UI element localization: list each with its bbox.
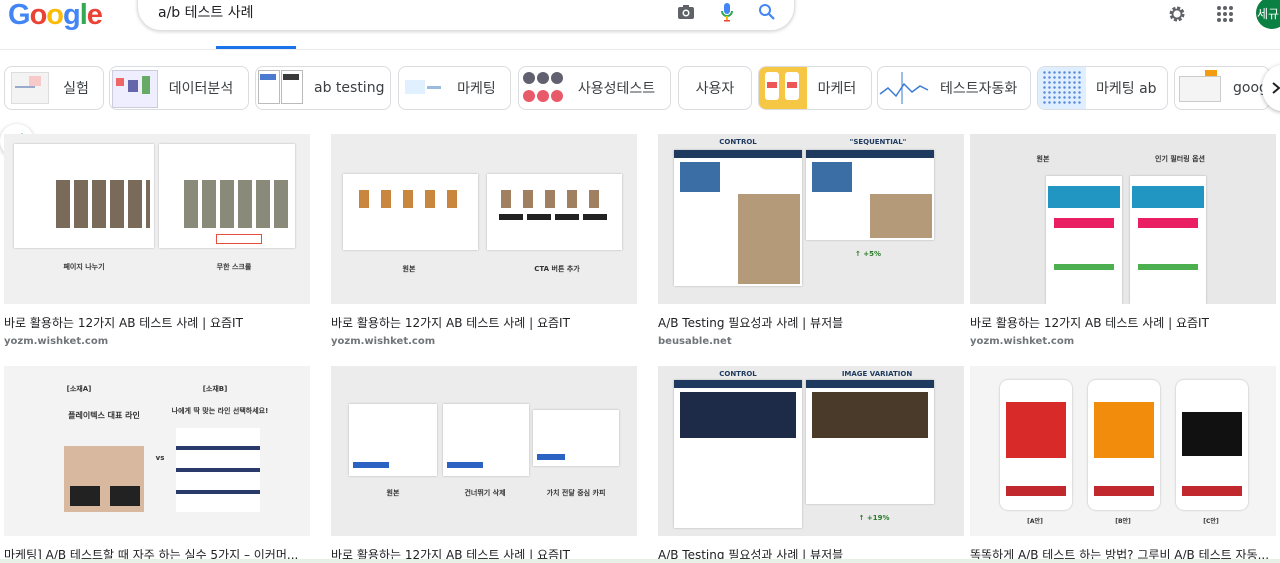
result-thumbnail: 페이지 나누기 무한 스크롤 [4, 134, 310, 304]
chip-thumbnail [5, 67, 53, 109]
versus-label: vs [155, 454, 165, 462]
image-caption-right: [C안] [1203, 518, 1219, 525]
chip-thumbnail [399, 67, 447, 109]
conversion-stat: ↑ +19% [858, 514, 890, 522]
image-result-8[interactable]: [A안] [B안] [C안] 똑똑하게 A/B 테스트 하는 방법? 그루비 A… [970, 366, 1276, 563]
chip-thumbnail [759, 67, 807, 109]
apps-grid-icon[interactable] [1213, 0, 1237, 28]
result-title[interactable]: A/B Testing 필요성과 사례 | 뷰저블 [658, 314, 964, 331]
result-title[interactable]: 바로 활용하는 12가지 AB 테스트 사례 | 요즘IT [331, 314, 637, 331]
image-caption-right: 가치 전달 중심 카피 [546, 489, 606, 497]
chip-thumbnail [256, 67, 304, 109]
chip-thumbnail [519, 67, 567, 109]
search-box [137, 0, 795, 31]
result-thumbnail: [소재A] [소재B] 플레이텍스 대표 라인 나에게 딱 맞는 라인 선택하세… [4, 366, 310, 536]
ad-headline-right: 나에게 딱 맞는 라인 선택하세요! [171, 407, 269, 415]
image-caption-left: CONTROL [719, 138, 757, 146]
mic-icon[interactable] [716, 1, 738, 23]
search-input[interactable] [158, 2, 658, 22]
ad-headline-left: 플레이텍스 대표 라인 [68, 411, 140, 420]
google-logo[interactable]: Google [8, 0, 103, 32]
result-title[interactable]: 바로 활용하는 12가지 AB 테스트 사례 | 요즘IT [970, 314, 1276, 331]
chip-label: 사용자 [695, 81, 735, 97]
image-result-3[interactable]: CONTROL "SEQUENTIAL" ↑ +5% A/B Testing 필… [658, 134, 964, 347]
image-result-6[interactable]: 원본 건너뛰기 삭제 가치 전달 중심 카피 바로 활용하는 12가지 AB 테… [331, 366, 637, 563]
chip-label: 마케터 [817, 81, 857, 97]
result-thumbnail: 원본 인기 필터링 옵션 [970, 134, 1276, 304]
logo-letter-g: g [63, 0, 81, 31]
search-icon[interactable] [756, 1, 778, 23]
result-thumbnail: CONTROL "SEQUENTIAL" ↑ +5% [658, 134, 964, 304]
result-thumbnail: [A안] [B안] [C안] [970, 366, 1276, 536]
result-domain: beusable.net [658, 336, 732, 347]
avatar-initial: 세규 [1256, 6, 1280, 21]
chip-thumbnail [110, 67, 158, 109]
related-search-chips: 실험 데이터분석 ab testing 마케팅 사용성테스트 사용자 마케터 테… [4, 66, 1280, 112]
image-caption-right: "SEQUENTIAL" [849, 138, 907, 146]
image-caption-left: 원본 [1036, 155, 1050, 163]
image-caption-right: IMAGE VARIATION [841, 370, 913, 378]
chip-데이터분석[interactable]: 데이터분석 [109, 66, 249, 110]
image-result-5[interactable]: [소재A] [소재B] 플레이텍스 대표 라인 나에게 딱 맞는 라인 선택하세… [4, 366, 310, 563]
logo-letter-e: e [86, 0, 103, 31]
gear-icon[interactable] [1165, 0, 1189, 28]
image-caption-right: [소재B] [202, 385, 228, 393]
result-title[interactable]: 바로 활용하는 12가지 AB 테스트 사례 | 요즘IT [4, 314, 310, 331]
image-result-4[interactable]: 원본 인기 필터링 옵션 바로 활용하는 12가지 AB 테스트 사례 | 요즘… [970, 134, 1276, 347]
chip-label: 마케팅 ab [1096, 81, 1157, 97]
chip-사용성테스트[interactable]: 사용성테스트 [518, 66, 671, 110]
image-caption-mid: 건너뛰기 삭제 [464, 489, 506, 497]
camera-icon[interactable] [675, 1, 697, 23]
logo-letter-o2: o [46, 0, 64, 31]
chip-label: 실험 [63, 81, 89, 97]
top-bar: Google 세규 [0, 0, 1280, 50]
chip-thumbnail [878, 67, 930, 109]
result-thumbnail: 원본 건너뛰기 삭제 가치 전달 중심 카피 [331, 366, 637, 536]
result-domain: yozm.wishket.com [331, 336, 436, 347]
logo-letter-o1: o [29, 0, 48, 31]
result-domain: yozm.wishket.com [4, 336, 109, 347]
chip-사용자[interactable]: 사용자 [678, 66, 752, 110]
chip-label: 마케팅 [457, 81, 496, 97]
image-caption-mid: [B안] [1115, 518, 1131, 525]
bottom-edge [0, 559, 1280, 563]
image-result-1[interactable]: 페이지 나누기 무한 스크롤 바로 활용하는 12가지 AB 테스트 사례 | … [4, 134, 310, 347]
conversion-stat: ↑ +5% [854, 250, 882, 258]
image-result-2[interactable]: 원본 CTA 버튼 추가 바로 활용하는 12가지 AB 테스트 사례 | 요즘… [331, 134, 637, 347]
image-result-7[interactable]: CONTROL IMAGE VARIATION ↑ +19% A/B Testi… [658, 366, 964, 563]
chip-실험[interactable]: 실험 [4, 66, 104, 110]
logo-letter-l: l [79, 0, 88, 31]
image-caption-left: CONTROL [719, 370, 757, 378]
chip-테스트자동화[interactable]: 테스트자동화 [877, 66, 1031, 110]
chevron-right-icon [1272, 82, 1280, 94]
image-caption-right: CTA 버튼 추가 [534, 265, 580, 273]
image-caption-left: [소재A] [66, 385, 92, 393]
logo-letter-G: G [8, 0, 31, 31]
chip-마케팅[interactable]: 마케팅 [398, 66, 511, 110]
image-caption-left: 원본 [402, 265, 416, 273]
chip-goog[interactable]: goog [1174, 66, 1270, 110]
result-thumbnail: CONTROL IMAGE VARIATION ↑ +19% [658, 366, 964, 536]
image-caption-left: 원본 [386, 489, 400, 497]
chip-마케팅-ab[interactable]: 마케팅 ab [1037, 66, 1168, 110]
image-caption-right: 인기 필터링 옵션 [1155, 155, 1205, 163]
chip-label: ab testing [314, 80, 385, 96]
chip-label: 테스트자동화 [940, 81, 1018, 97]
chip-thumbnail [1038, 67, 1086, 109]
chip-label: 데이터분석 [168, 81, 234, 97]
result-thumbnail: 원본 CTA 버튼 추가 [331, 134, 637, 304]
header-divider [0, 49, 1280, 50]
chip-마케터[interactable]: 마케터 [758, 66, 872, 110]
account-avatar[interactable]: 세규 [1256, 0, 1280, 29]
image-caption-left: 페이지 나누기 [63, 263, 105, 271]
result-domain: yozm.wishket.com [970, 336, 1075, 347]
image-caption-right: 무한 스크롤 [216, 263, 252, 271]
image-caption-left: [A안] [1027, 518, 1043, 525]
chip-ab-testing[interactable]: ab testing [255, 66, 391, 110]
chip-thumbnail [1175, 67, 1223, 109]
chip-label: 사용성테스트 [577, 81, 656, 97]
